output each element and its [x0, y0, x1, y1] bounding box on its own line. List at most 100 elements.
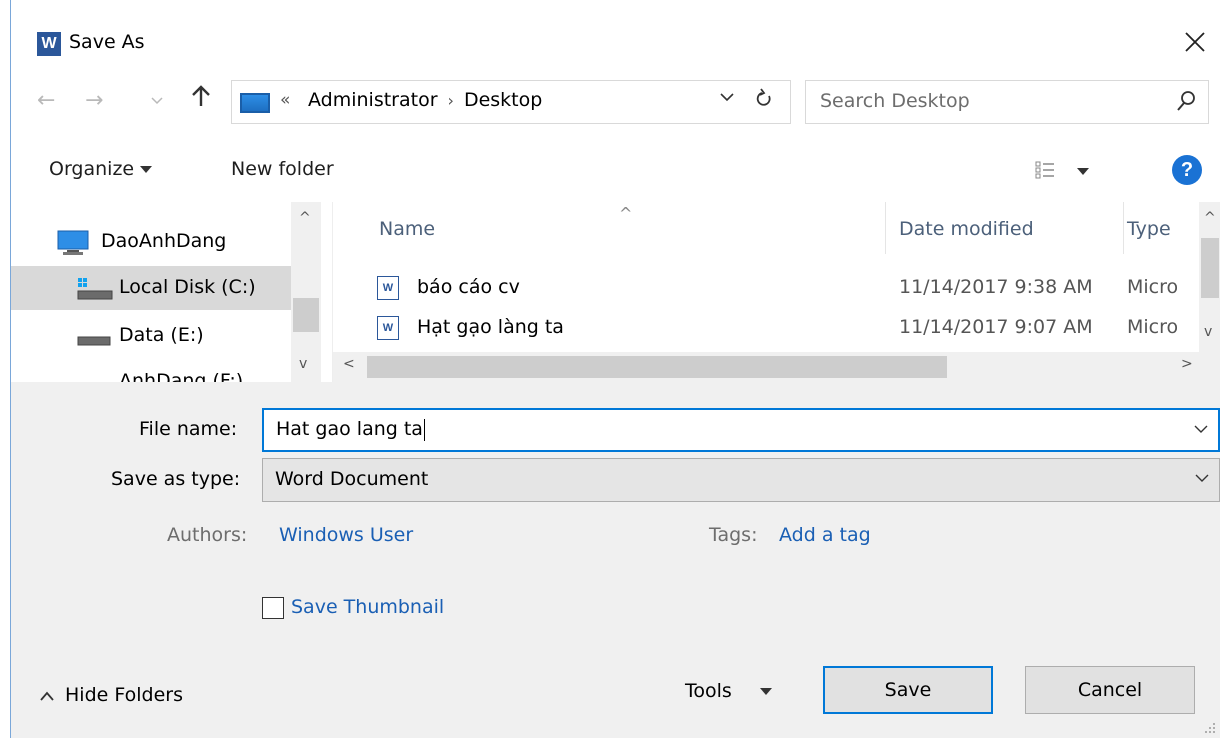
command-toolbar: Organize New folder ?	[11, 130, 1220, 202]
scroll-up-icon[interactable]: ^	[1204, 210, 1216, 226]
tags-value[interactable]: Add a tag	[779, 524, 871, 546]
file-type: Microsoft Word Document	[1127, 276, 1177, 298]
caret-down-icon	[759, 688, 772, 695]
file-type: Microsoft Word Document	[1127, 316, 1177, 338]
save-as-type-select[interactable]: Word Document	[262, 458, 1220, 502]
file-list-vertical-scrollbar[interactable]: ^ v	[1199, 202, 1220, 352]
nav-pane-scrollbar[interactable]: ^ v	[291, 202, 321, 382]
close-button[interactable]	[1177, 22, 1213, 62]
scroll-down-icon[interactable]: v	[1204, 324, 1212, 340]
recent-locations-button[interactable]	[151, 94, 163, 110]
file-name-label: File name:	[139, 418, 238, 440]
nav-item-anhdang-f[interactable]: AnhDang (F:)	[11, 360, 291, 382]
window-title: Save As	[69, 31, 145, 53]
hide-folders-label: Hide Folders	[65, 684, 183, 706]
file-row[interactable]: W báo cáo cv 11/14/2017 9:38 AM Microsof…	[333, 270, 1199, 310]
help-button[interactable]: ?	[1172, 155, 1202, 185]
scrollbar-thumb[interactable]	[367, 356, 947, 378]
help-icon: ?	[1180, 159, 1194, 181]
close-icon	[1185, 32, 1205, 52]
column-divider[interactable]	[1123, 202, 1124, 254]
word-doc-icon: W	[377, 276, 399, 300]
scrollbar-thumb[interactable]	[1201, 238, 1219, 298]
scroll-up-icon[interactable]: ^	[299, 210, 311, 226]
computer-icon	[57, 230, 89, 255]
column-divider[interactable]	[885, 202, 886, 254]
breadcrumb-administrator[interactable]: Administrator	[308, 89, 438, 111]
refresh-icon	[756, 88, 771, 106]
file-date: 11/14/2017 9:38 AM	[899, 276, 1093, 298]
up-arrow-icon	[192, 85, 210, 106]
navigation-pane: DaoAnhDang Local Disk (C:) Data (E:) Anh…	[11, 202, 333, 382]
nav-item-computer[interactable]: DaoAnhDang	[11, 220, 291, 264]
drive-icon	[77, 336, 111, 346]
breadcrumb-desktop[interactable]: Desktop	[464, 89, 542, 111]
cancel-button[interactable]: Cancel	[1025, 666, 1195, 714]
save-thumbnail-checkbox[interactable]	[262, 597, 284, 619]
sort-ascending-icon: ^	[619, 204, 633, 223]
authors-label: Authors:	[167, 524, 248, 546]
refresh-button[interactable]	[754, 87, 774, 116]
view-options-icon[interactable]	[1035, 160, 1055, 180]
tools-label: Tools	[685, 680, 732, 702]
file-row[interactable]: W Hạt gạo làng ta 11/14/2017 9:07 AM Mic…	[333, 310, 1199, 350]
title-bar: W Save As	[11, 0, 1220, 80]
breadcrumb: Administrator › Desktop	[308, 89, 542, 111]
windows-drive-icon	[77, 278, 113, 300]
tools-button[interactable]: Tools	[685, 680, 772, 702]
nav-item-local-disk-c[interactable]: Local Disk (C:)	[11, 266, 291, 310]
nav-item-label: Local Disk (C:)	[119, 276, 256, 298]
scroll-right-icon[interactable]: >	[1181, 356, 1193, 372]
file-name-input[interactable]: Hat gao lang ta	[276, 418, 425, 441]
file-name: Hạt gạo làng ta	[417, 316, 564, 338]
hide-folders-button[interactable]: Hide Folders	[39, 684, 183, 706]
column-header-date-modified[interactable]: Date modified	[899, 218, 1034, 240]
authors-value[interactable]: Windows User	[279, 524, 413, 546]
save-as-type-label: Save as type:	[111, 468, 241, 490]
file-date: 11/14/2017 9:07 AM	[899, 316, 1093, 338]
file-list-horizontal-scrollbar[interactable]: < >	[333, 352, 1220, 382]
navigation-bar: ← → « Administrator › Desktop Search Deskt…	[11, 80, 1220, 130]
save-as-type-value: Word Document	[275, 468, 429, 490]
up-button[interactable]	[191, 84, 211, 114]
back-button[interactable]: ←	[37, 88, 55, 113]
breadcrumb-separator[interactable]: ›	[448, 91, 454, 110]
search-input[interactable]: Search Desktop	[820, 90, 970, 112]
organize-button[interactable]: Organize	[49, 158, 153, 180]
chevron-down-icon	[720, 93, 734, 102]
back-arrow-icon: ←	[37, 88, 56, 113]
chevron-down-icon[interactable]	[1194, 422, 1208, 436]
chevron-down-icon	[151, 97, 163, 105]
save-button[interactable]: Save	[823, 666, 993, 714]
scroll-left-icon[interactable]: <	[343, 356, 355, 372]
word-app-icon: W	[37, 32, 61, 56]
file-name: báo cáo cv	[417, 276, 520, 298]
file-list: ^ Name Date modified Type W báo cáo cv 1…	[333, 202, 1220, 382]
tags-label: Tags:	[709, 524, 758, 546]
file-name-field[interactable]: Hat gao lang ta	[262, 408, 1220, 452]
view-dropdown-caret-icon[interactable]	[1077, 168, 1089, 175]
address-dropdown-button[interactable]	[720, 91, 734, 107]
new-folder-button[interactable]: New folder	[231, 158, 334, 180]
computer-icon	[240, 93, 270, 113]
scroll-down-icon[interactable]: v	[299, 356, 307, 372]
save-thumbnail-label[interactable]: Save Thumbnail	[291, 596, 444, 618]
address-overflow-chevron[interactable]: «	[280, 90, 290, 110]
save-as-dialog: W Save As ← → « Administrator › Desktop	[10, 0, 1220, 738]
address-bar[interactable]: « Administrator › Desktop	[231, 80, 791, 124]
column-header-name[interactable]: Name	[379, 218, 435, 240]
chevron-down-icon	[1195, 474, 1209, 482]
nav-item-label: AnhDang (F:)	[119, 370, 244, 382]
chevron-up-icon	[40, 691, 54, 701]
forward-arrow-icon: →	[85, 88, 104, 113]
resize-grip-icon[interactable]	[1202, 720, 1216, 734]
search-icon	[1177, 91, 1195, 111]
column-header-type[interactable]: Type	[1127, 218, 1171, 240]
forward-button[interactable]: →	[85, 88, 103, 113]
nav-item-data-e[interactable]: Data (E:)	[11, 314, 291, 358]
search-box[interactable]: Search Desktop	[805, 80, 1209, 124]
organize-label: Organize	[49, 158, 135, 180]
word-doc-icon: W	[377, 316, 399, 340]
nav-item-label: DaoAnhDang	[101, 230, 227, 252]
scrollbar-thumb[interactable]	[293, 298, 319, 332]
